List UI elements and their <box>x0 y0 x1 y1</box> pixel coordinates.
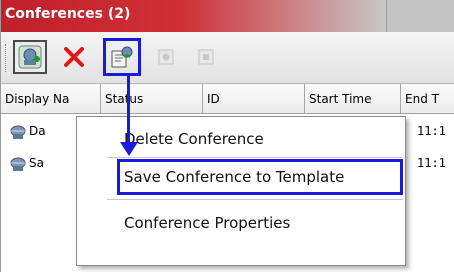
titlebar-tab-area <box>386 0 454 32</box>
disabled-tool-button-1[interactable] <box>149 40 183 74</box>
column-header-status[interactable]: Status <box>101 84 203 114</box>
delete-x-icon <box>64 47 84 67</box>
disabled-square-icon <box>198 49 214 65</box>
new-conference-icon <box>18 45 42 69</box>
context-menu: Delete Conference Save Conference to Tem… <box>76 116 406 266</box>
annotation-arrow-line <box>127 74 130 144</box>
column-header-id[interactable]: ID <box>203 84 305 114</box>
toolbar <box>1 32 454 84</box>
disabled-tool-button-2[interactable] <box>189 40 223 74</box>
row-end-time: 11:1 <box>417 156 446 170</box>
row-display-name: Da <box>29 124 46 138</box>
column-header-start-time[interactable]: Start Time <box>305 84 401 114</box>
panel-titlebar: Conferences (2) <box>1 0 454 32</box>
menu-separator <box>107 199 403 200</box>
conference-icon <box>10 157 26 171</box>
row-end-time: 11:1 <box>417 124 446 138</box>
grid-header: Display Na Status ID Start Time End T <box>1 84 454 114</box>
menu-separator <box>107 157 403 158</box>
new-conference-button[interactable] <box>13 40 47 74</box>
annotation-highlight-box <box>117 159 403 195</box>
conferences-panel: Conferences (2) Display Na Status ID Sta… <box>0 0 454 272</box>
panel-title: Conferences (2) <box>5 6 131 22</box>
column-header-end-time[interactable]: End T <box>401 84 454 114</box>
toolbar-grip[interactable] <box>5 44 8 72</box>
annotation-highlight-box <box>103 38 141 76</box>
column-header-display-name[interactable]: Display Na <box>1 84 101 114</box>
delete-conference-button[interactable] <box>57 40 91 74</box>
annotation-arrow-head <box>120 142 138 156</box>
menu-item-conference-properties[interactable]: Conference Properties <box>77 205 405 241</box>
row-display-name: Sa <box>29 156 44 170</box>
disabled-circle-icon <box>158 49 174 65</box>
conference-icon <box>10 125 26 139</box>
